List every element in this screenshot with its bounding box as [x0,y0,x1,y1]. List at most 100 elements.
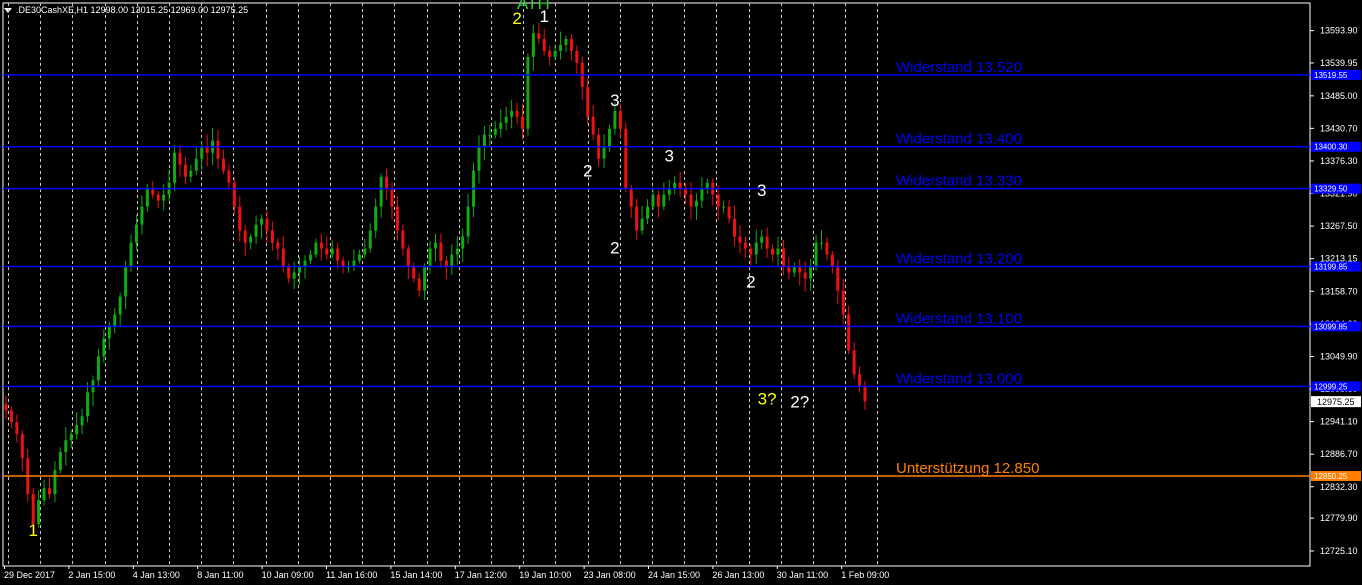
candle-body [776,248,780,255]
wave-annotation: 3? [758,389,777,408]
candle-body [591,116,595,135]
candle-body [243,230,247,243]
candle-body [221,158,225,171]
candle-body [684,188,688,195]
candle-body [771,248,775,255]
candle-body [444,260,448,267]
candle-body [841,290,845,315]
level-price-tag-text: 13400.30 [1314,143,1348,152]
current-price-tag-text: 12975.25 [1317,397,1355,407]
candle-body [216,140,220,159]
x-tick-label: 8 Jan 11:00 [197,570,243,580]
candle-body [162,194,166,201]
candle-body [96,356,100,381]
candle-body [15,422,19,435]
candle-body [401,230,405,249]
candle-body [406,248,410,267]
level-label: Unterstützung 12.850 [896,460,1039,477]
x-tick-label: 15 Jan 14:00 [390,570,442,580]
x-tick-label: 2 Jan 15:00 [68,570,115,580]
candle-body [4,404,8,411]
candle-body [754,242,758,255]
x-tick-label: 30 Jan 11:00 [777,570,828,580]
candle-body [499,122,503,129]
candle-body [69,434,73,441]
candle-body [363,248,367,255]
candle-body [624,128,628,189]
candle-body [140,206,144,225]
candle-body [319,242,323,249]
candle-body [787,266,791,273]
candle-body [809,266,813,279]
wave-annotation: 1 [28,521,37,540]
candle-body [575,50,579,63]
y-tick-label: 13593.90 [1320,26,1358,36]
candle-body [493,128,497,135]
candle-body [189,170,193,177]
wave-annotation: 2 [583,162,592,181]
wave-annotation: 2? [790,392,809,411]
candle-body [385,176,389,189]
candle-body [276,242,280,249]
candle-body [852,350,856,375]
candle-body [412,266,416,279]
candle-body [646,206,650,219]
candle-body [847,314,851,351]
candle-body [727,206,731,219]
candle-body [336,248,340,261]
candle-body [792,266,796,273]
candle-body [765,236,769,249]
candle-body [482,134,486,147]
wave-annotation: 1 [539,7,548,26]
level-label: Widerstand 13.330 [896,173,1022,190]
candle-body [542,38,546,51]
candle-body [635,206,639,231]
candle-body [667,188,671,195]
candle-body [836,266,840,291]
candle-body [330,248,334,255]
candle-body [20,434,24,459]
y-tick-label: 12941.10 [1320,417,1358,427]
candle-body [716,194,720,207]
candle-body [260,218,264,225]
x-tick-label: 19 Jan 10:00 [519,570,571,580]
y-tick-label: 13430.70 [1320,123,1358,133]
price-chart[interactable]: 29 Dec 2017 2 Jan 15:00 4 Jan 13:00 8 Jan 1… [0,0,1362,585]
y-tick-label: 12779.90 [1320,513,1358,523]
candle-body [656,194,660,207]
candle-body [107,326,111,339]
candle-body [374,206,378,231]
x-tick-label: 1 Feb 09:00 [841,570,889,580]
candle-body [238,206,242,231]
candle-body [722,206,726,208]
level-price-tag-text: 13329.50 [1314,185,1348,194]
candle-body [390,188,394,207]
candle-body [689,194,693,207]
x-tick-label: 29 Dec 2017 [4,570,55,580]
candle-body [194,158,198,171]
level-label: Widerstand 13.520 [896,59,1022,76]
candle-body [434,242,437,249]
wave-annotation: 3 [665,147,674,166]
candle-body [531,32,535,57]
level-label: Widerstand 13.000 [896,370,1022,387]
candle-body [607,128,611,147]
candle-body [825,242,829,255]
candle-body [803,272,807,279]
candle-body [548,50,552,57]
candle-body [618,110,622,129]
x-tick-label: 23 Jan 08:00 [584,570,636,580]
candle-body [510,110,514,117]
candle-body [173,152,177,183]
candle-body [733,218,737,237]
wave-annotation: 3 [757,181,766,200]
candle-body [232,182,236,207]
candle-body [357,254,361,261]
candle-body [629,188,633,207]
candle-body [287,266,291,279]
candle-body [749,248,753,255]
candle-body [662,194,666,207]
candle-body [129,242,133,267]
y-tick-label: 13049.90 [1320,351,1358,361]
candle-body [504,116,508,123]
